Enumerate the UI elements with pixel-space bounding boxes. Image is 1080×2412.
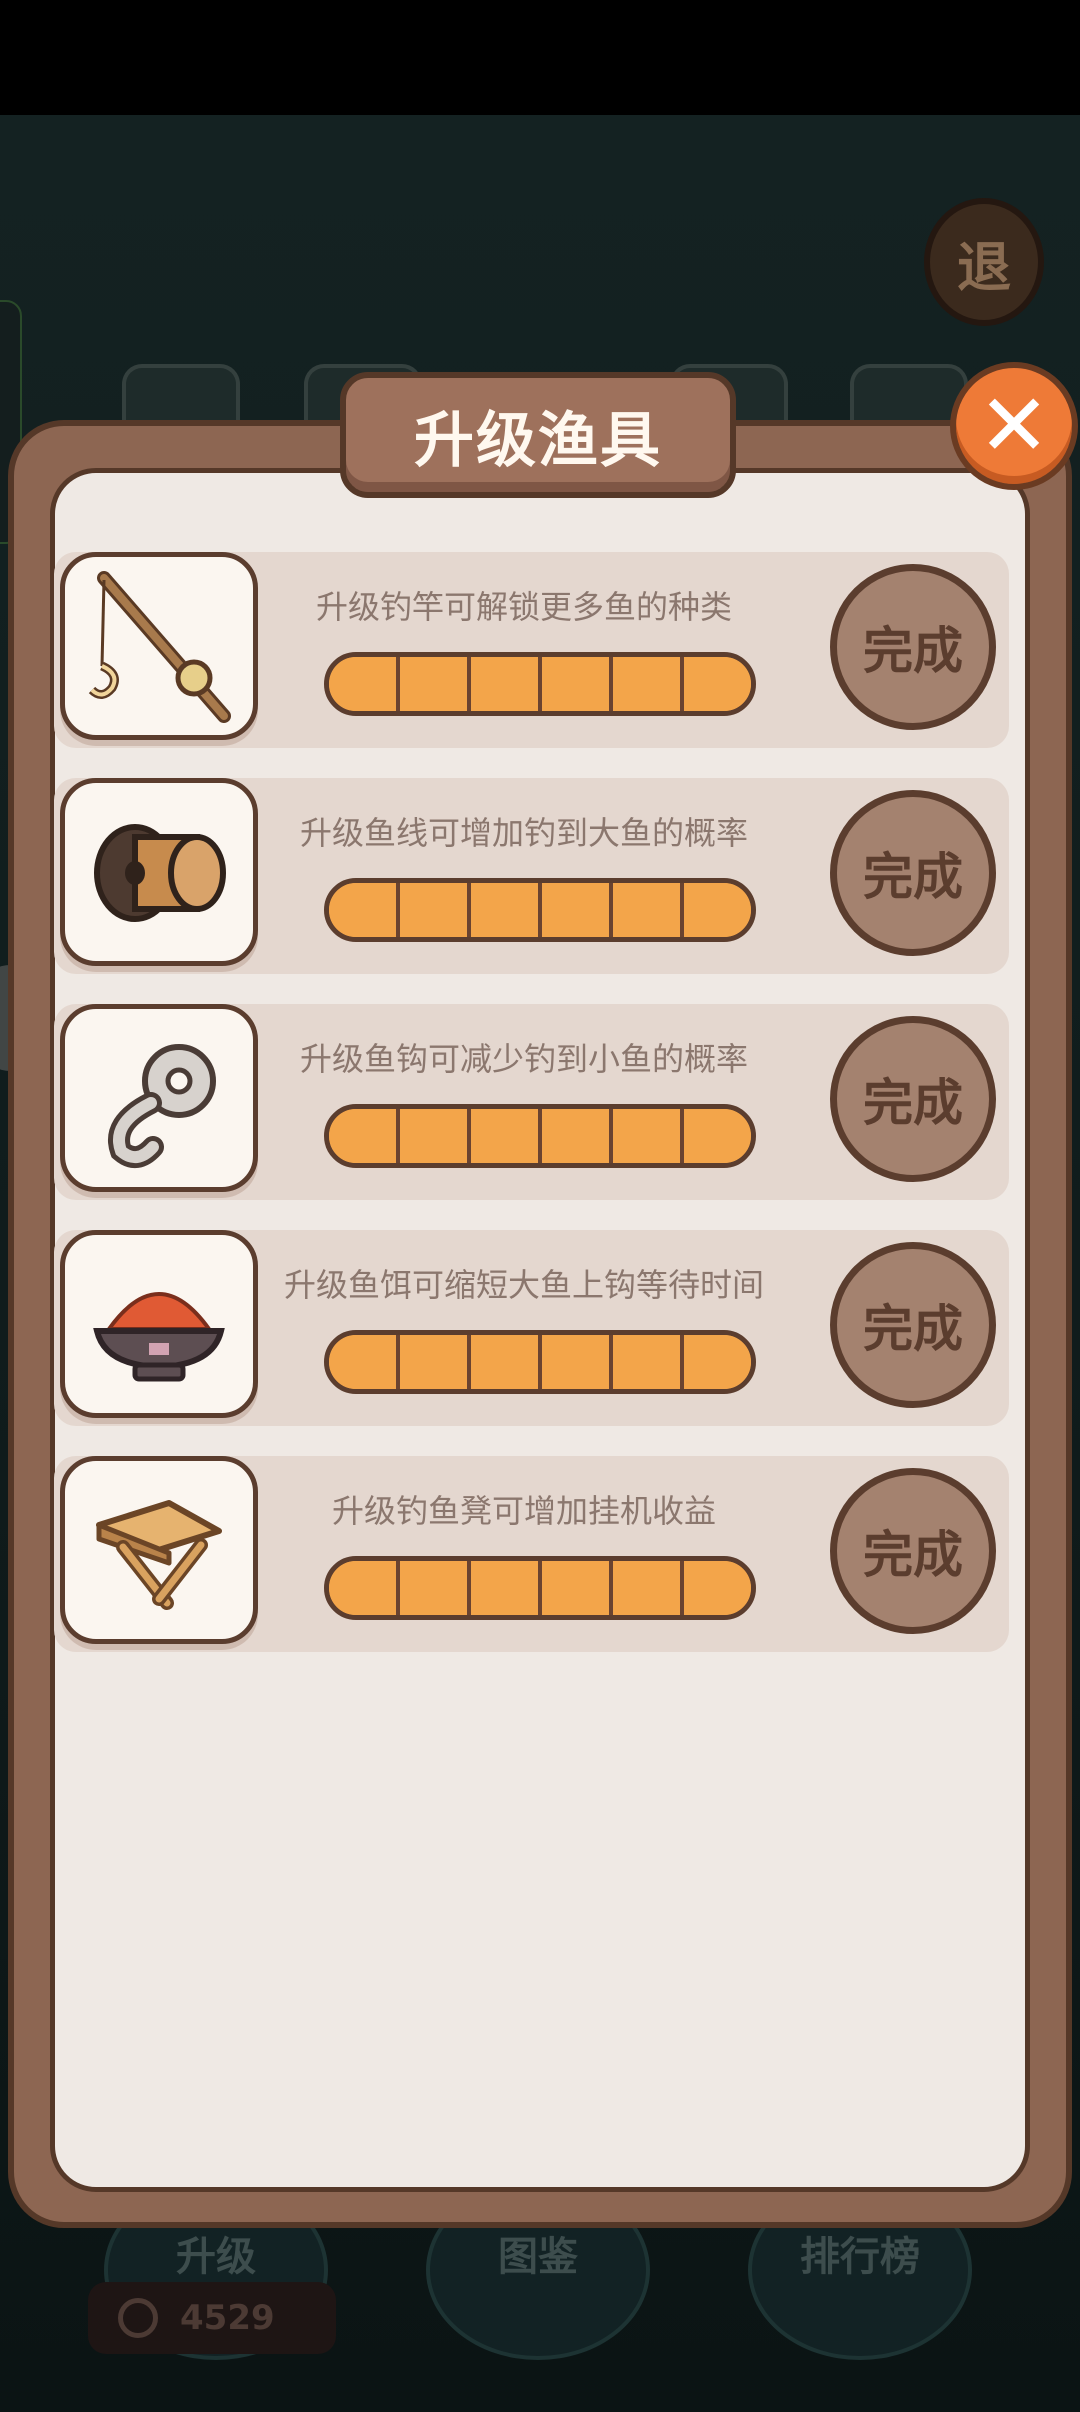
progress-segment	[613, 1109, 684, 1163]
upgrade-description: 升级鱼饵可缩短大鱼上钩等待时间	[283, 1266, 764, 1304]
progress-segment	[329, 883, 400, 937]
progress-segment	[400, 657, 471, 711]
progress-segment	[542, 657, 613, 711]
coin-amount: 4529	[180, 2298, 275, 2338]
complete-button[interactable]: 完成	[830, 564, 996, 730]
upgrade-row-line: 升级鱼线可增加钓到大鱼的概率 完成	[54, 778, 1009, 974]
progress-segment	[684, 1561, 751, 1615]
progress-segment	[329, 1335, 400, 1389]
close-icon: ✕	[977, 376, 1051, 476]
complete-button-label: 完成	[863, 1074, 963, 1132]
coin-icon	[118, 2298, 158, 2338]
progress-segment	[542, 883, 613, 937]
upgrade-row-stool: 升级钓鱼凳可增加挂机收益 完成	[54, 1456, 1009, 1652]
progress-segment	[329, 1561, 400, 1615]
fishing-hook-icon	[60, 1004, 258, 1192]
fishing-stool-icon	[60, 1456, 258, 1644]
upgrade-description: 升级钓鱼凳可增加挂机收益	[331, 1492, 716, 1530]
complete-button-label: 完成	[863, 622, 963, 680]
dialog-title-plaque: 升级渔具	[340, 372, 736, 498]
bottom-nav-label: 图鉴	[498, 2234, 578, 2280]
progress-segment	[542, 1561, 613, 1615]
progress-segment	[471, 883, 542, 937]
upgrade-row-bait: 升级鱼饵可缩短大鱼上钩等待时间 完成	[54, 1230, 1009, 1426]
progress-segment	[471, 1109, 542, 1163]
progress-segment	[400, 1109, 471, 1163]
progress-segment	[684, 1335, 751, 1389]
upgrade-row-hook: 升级鱼钩可减少钓到小鱼的概率 完成	[54, 1004, 1009, 1200]
progress-segment	[471, 1561, 542, 1615]
exit-button[interactable]: 退	[924, 198, 1044, 326]
progress-segment	[400, 1335, 471, 1389]
close-button[interactable]: ✕	[950, 362, 1078, 490]
fishing-reel-icon	[60, 778, 258, 966]
progress-segment	[542, 1335, 613, 1389]
upgrade-progress-bar	[324, 878, 756, 942]
complete-button[interactable]: 完成	[830, 1468, 996, 1634]
progress-segment	[400, 883, 471, 937]
progress-segment	[329, 1109, 400, 1163]
complete-button-label: 完成	[863, 1300, 963, 1358]
progress-segment	[613, 1335, 684, 1389]
progress-segment	[471, 657, 542, 711]
exit-label: 退	[957, 235, 1011, 299]
upgrade-progress-bar	[324, 1556, 756, 1620]
complete-button-label: 完成	[863, 1526, 963, 1584]
dialog-title: 升级渔具	[414, 405, 662, 476]
progress-segment	[684, 657, 751, 711]
upgrade-description: 升级鱼钩可减少钓到小鱼的概率	[299, 1040, 748, 1078]
status-bar	[0, 0, 1080, 115]
coin-counter: 4529	[88, 2282, 336, 2354]
progress-segment	[471, 1335, 542, 1389]
complete-button[interactable]: 完成	[830, 790, 996, 956]
complete-button[interactable]: 完成	[830, 1016, 996, 1182]
bait-bowl-icon	[60, 1230, 258, 1418]
upgrade-progress-bar	[324, 1104, 756, 1168]
progress-segment	[684, 1109, 751, 1163]
progress-segment	[684, 883, 751, 937]
upgrade-row-rod: 升级钓竿可解锁更多鱼的种类 完成	[54, 552, 1009, 748]
progress-segment	[613, 657, 684, 711]
upgrade-description: 升级钓竿可解锁更多鱼的种类	[315, 588, 732, 626]
progress-segment	[400, 1561, 471, 1615]
upgrade-description: 升级鱼线可增加钓到大鱼的概率	[299, 814, 748, 852]
bottom-nav-label: 排行榜	[800, 2234, 920, 2280]
complete-button[interactable]: 完成	[830, 1242, 996, 1408]
bottom-nav-label: 升级	[176, 2234, 256, 2280]
progress-segment	[329, 657, 400, 711]
upgrade-progress-bar	[324, 652, 756, 716]
progress-segment	[613, 883, 684, 937]
complete-button-label: 完成	[863, 848, 963, 906]
upgrade-progress-bar	[324, 1330, 756, 1394]
progress-segment	[542, 1109, 613, 1163]
progress-segment	[613, 1561, 684, 1615]
fishing-rod-icon	[60, 552, 258, 740]
